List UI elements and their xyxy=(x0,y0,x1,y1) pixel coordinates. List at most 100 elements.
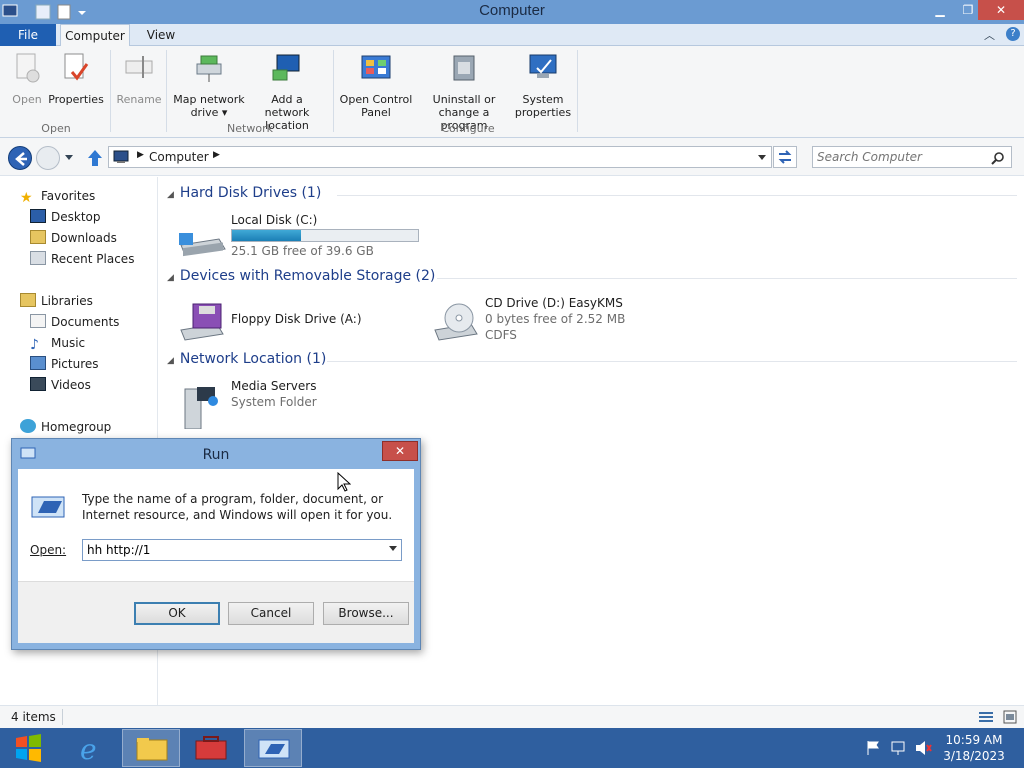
recent-locations-chevron-icon[interactable] xyxy=(64,154,74,162)
collapse-chevron-icon[interactable]: ◢ xyxy=(167,190,174,200)
refresh-icon xyxy=(778,150,792,164)
nav-pictures[interactable]: Pictures xyxy=(30,355,99,373)
map-network-drive-button[interactable]: Map network drive ▾ xyxy=(172,50,246,119)
uninstall-program-button[interactable]: Uninstall or change a program xyxy=(416,50,512,132)
add-network-location-icon xyxy=(272,54,300,81)
refresh-button[interactable] xyxy=(773,146,797,168)
forward-button[interactable] xyxy=(36,146,60,170)
tab-computer[interactable]: Computer xyxy=(60,24,130,47)
section-hdd-label: Hard Disk Drives (1) xyxy=(179,185,322,201)
section-removable-label: Devices with Removable Storage (2) xyxy=(179,268,436,284)
close-button[interactable]: ✕ xyxy=(978,0,1024,20)
drive-d-name: CD Drive (D:) EasyKMS xyxy=(485,296,623,310)
nav-libraries[interactable]: Libraries xyxy=(20,292,93,310)
volume-muted-icon[interactable] xyxy=(914,740,932,756)
nav-favorites[interactable]: ★ Favorites xyxy=(20,187,95,205)
taskbar-run[interactable] xyxy=(244,729,302,767)
drive-d[interactable]: CD Drive (D:) EasyKMS 0 bytes free of 2.… xyxy=(431,296,681,352)
help-icon[interactable]: ? xyxy=(1006,27,1020,41)
run-close-button[interactable]: ✕ xyxy=(382,441,418,461)
nav-videos[interactable]: Videos xyxy=(30,376,91,394)
cancel-button[interactable]: Cancel xyxy=(228,602,314,625)
minimize-button[interactable]: ▁ xyxy=(926,0,954,20)
tab-view[interactable]: View xyxy=(138,24,184,46)
action-center-flag-icon[interactable] xyxy=(866,740,882,756)
breadcrumb-chevron-icon[interactable]: ▶ xyxy=(137,150,144,160)
drive-c[interactable]: Local Disk (C:) 25.1 GB free of 39.6 GB xyxy=(177,213,427,269)
taskbar-internet-explorer[interactable]: e xyxy=(62,729,120,767)
homegroup-icon xyxy=(20,419,36,433)
ribbon-separator xyxy=(333,50,334,132)
run-program-icon xyxy=(31,496,65,518)
up-arrow-icon[interactable] xyxy=(86,148,104,168)
system-clock[interactable]: 10:59 AM 3/18/2023 xyxy=(938,732,1010,764)
search-box xyxy=(812,146,1012,168)
nav-desktop[interactable]: Desktop xyxy=(30,208,101,226)
control-panel-icon xyxy=(361,55,391,79)
section-header-network-location[interactable]: ◢ Network Location (1) xyxy=(167,351,1017,373)
back-arrow-icon xyxy=(15,152,27,166)
system-properties-button[interactable]: System properties xyxy=(514,50,572,119)
ok-button[interactable]: OK xyxy=(134,602,220,625)
map-network-drive-line1: Map network xyxy=(173,93,245,106)
ribbon-collapse-icon[interactable]: ︿ xyxy=(984,27,995,43)
section-header-hard-disk-drives[interactable]: ◢ Hard Disk Drives (1) xyxy=(167,185,1017,207)
nav-homegroup-label: Homegroup xyxy=(41,420,112,434)
run-command-input[interactable] xyxy=(87,542,377,558)
section-header-removable-storage[interactable]: ◢ Devices with Removable Storage (2) xyxy=(167,268,1017,290)
run-dialog: Run ✕ Type the name of a program, folder… xyxy=(11,438,421,650)
section-divider xyxy=(327,361,1017,362)
search-input[interactable] xyxy=(817,149,987,165)
collapse-chevron-icon[interactable]: ◢ xyxy=(167,356,174,366)
nav-homegroup[interactable]: Homegroup xyxy=(20,418,111,436)
section-divider xyxy=(437,278,1017,279)
run-history-dropdown-icon[interactable] xyxy=(389,546,397,551)
nav-downloads[interactable]: Downloads xyxy=(30,229,117,247)
properties-label: Properties xyxy=(48,93,104,106)
back-button[interactable] xyxy=(8,146,32,170)
map-network-drive-line2: drive ▾ xyxy=(190,106,228,119)
address-bar[interactable]: ▶ Computer ▶ xyxy=(108,146,772,168)
open-control-panel-button[interactable]: Open Control Panel xyxy=(338,50,414,119)
nav-favorites-label: Favorites xyxy=(41,189,96,203)
folder-icon xyxy=(136,738,168,761)
browse-button[interactable]: Browse... xyxy=(323,602,409,625)
open-button[interactable]: Open xyxy=(8,50,46,106)
details-view-icon[interactable] xyxy=(978,710,994,724)
add-network-location-button[interactable]: Add a network location xyxy=(248,50,326,132)
media-servers-name: Media Servers xyxy=(231,379,317,393)
status-divider xyxy=(62,709,63,725)
media-servers[interactable]: Media Servers System Folder xyxy=(177,379,407,435)
breadcrumb-computer[interactable]: Computer xyxy=(149,150,209,164)
large-icons-view-icon[interactable] xyxy=(1002,710,1018,724)
drive-a[interactable]: Floppy Disk Drive (A:) xyxy=(177,296,407,352)
taskbar-toolbox[interactable] xyxy=(182,729,240,767)
start-button[interactable] xyxy=(0,729,56,767)
properties-button[interactable]: Properties xyxy=(48,50,104,106)
run-open-label-text: Open: xyxy=(30,543,67,557)
collapse-chevron-icon[interactable]: ◢ xyxy=(167,273,174,283)
rename-icon xyxy=(125,56,153,78)
mouse-cursor-icon xyxy=(337,472,351,492)
search-icon[interactable] xyxy=(991,151,1005,165)
nav-desktop-label: Desktop xyxy=(51,210,101,224)
downloads-folder-icon xyxy=(30,230,46,244)
nav-recent-places[interactable]: Recent Places xyxy=(30,250,134,268)
nav-music[interactable]: ♪ Music xyxy=(30,334,85,352)
taskbar-file-explorer[interactable] xyxy=(122,729,180,767)
nav-recent-label: Recent Places xyxy=(51,252,135,266)
drive-c-name: Local Disk (C:) xyxy=(231,213,318,227)
rename-button[interactable]: Rename xyxy=(116,50,162,106)
libraries-icon xyxy=(20,293,36,307)
nav-documents[interactable]: Documents xyxy=(30,313,119,331)
breadcrumb-chevron-icon[interactable]: ▶ xyxy=(213,150,220,160)
run-command-field xyxy=(82,539,402,561)
nav-downloads-label: Downloads xyxy=(51,231,117,245)
group-label-configure: Configure xyxy=(441,122,495,135)
open-icon xyxy=(16,53,40,83)
tab-file[interactable]: File xyxy=(0,24,56,46)
ribbon-tabs: File Computer View ︿ ? xyxy=(0,24,1024,47)
address-dropdown-icon[interactable] xyxy=(757,154,767,162)
network-icon[interactable] xyxy=(890,740,908,756)
system-properties-line2: properties xyxy=(514,106,572,119)
